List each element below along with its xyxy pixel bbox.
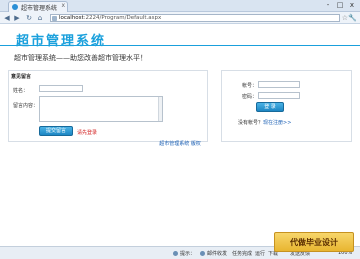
reload-icon[interactable]: ↻	[25, 14, 33, 22]
tab-close-icon[interactable]: x	[61, 2, 65, 9]
mail-icon	[200, 251, 205, 256]
status-item-hint: 提示：	[180, 251, 196, 257]
register-prompt: 没有帐号？现在注册>>	[238, 119, 291, 126]
status-item-mail[interactable]: 邮件收发	[207, 250, 227, 257]
textarea-scrollbar[interactable]	[158, 97, 162, 121]
browser-tab[interactable]: 超市管理系统 x	[8, 1, 68, 12]
browser-toolbar: ◀ ▶ ↻ ⌂ localhost:2224/Program/Default.a…	[0, 12, 360, 24]
browser-titlebar: 超市管理系统 x - □ x	[0, 0, 360, 12]
bookmark-star-icon[interactable]: ☆	[342, 14, 348, 22]
promo-badge-label: 代做毕业设计	[290, 238, 338, 247]
content-label: 留言内容：	[13, 103, 39, 109]
submit-message-button[interactable]: 提交留言	[39, 126, 73, 136]
tab-title: 超市管理系统	[21, 5, 58, 12]
page-slogan: 超市管理系统——助您改善超市管理水平！	[14, 54, 147, 62]
address-bar[interactable]: localhost:2224/Program/Default.aspx	[50, 14, 340, 22]
url-text: localhost:2224/Program/Default.aspx	[59, 15, 162, 21]
window-controls: - □ x	[324, 1, 356, 10]
site-logo: 超市管理系统	[16, 34, 107, 49]
no-account-text: 没有帐号？	[238, 120, 264, 126]
password-input[interactable]	[258, 92, 300, 99]
account-input[interactable]	[258, 81, 300, 88]
close-window-button[interactable]: x	[348, 1, 356, 10]
account-label: 帐号：	[242, 83, 258, 89]
register-link[interactable]: 现在注册>>	[263, 120, 291, 126]
message-panel-title: 意见留言	[11, 74, 32, 80]
header-divider	[0, 45, 360, 46]
login-button[interactable]: 登 录	[256, 102, 284, 112]
page-content: 超市管理系统 超市管理系统——助您改善超市管理水平！ 意见留言 姓名： 留言内容…	[0, 25, 360, 246]
name-label: 姓名：	[13, 88, 29, 94]
home-icon[interactable]: ⌂	[36, 14, 44, 22]
promo-badge: 代做毕业设计	[274, 232, 354, 252]
password-label: 密码：	[242, 94, 258, 100]
login-required-warning: 请先登录	[77, 130, 98, 136]
forward-icon[interactable]: ▶	[13, 14, 21, 22]
status-info-icon	[173, 251, 178, 256]
maximize-button[interactable]: □	[336, 1, 344, 10]
minimize-button[interactable]: -	[324, 1, 332, 10]
status-item-tasks[interactable]: 任务完成	[232, 250, 252, 257]
status-item-run[interactable]: 运行	[255, 250, 265, 257]
page-footer: 超市管理系统 版权	[159, 141, 201, 147]
message-panel: 意见留言 姓名： 留言内容： 提交留言 请先登录	[8, 70, 208, 142]
back-icon[interactable]: ◀	[3, 14, 11, 22]
settings-wrench-icon[interactable]: 🔧	[348, 14, 357, 22]
name-input[interactable]	[39, 85, 83, 92]
site-favicon-icon	[12, 4, 18, 10]
message-textarea[interactable]	[39, 96, 163, 122]
page-icon	[52, 16, 57, 21]
login-panel: 帐号： 密码： 登 录 没有帐号？现在注册>>	[221, 70, 352, 142]
